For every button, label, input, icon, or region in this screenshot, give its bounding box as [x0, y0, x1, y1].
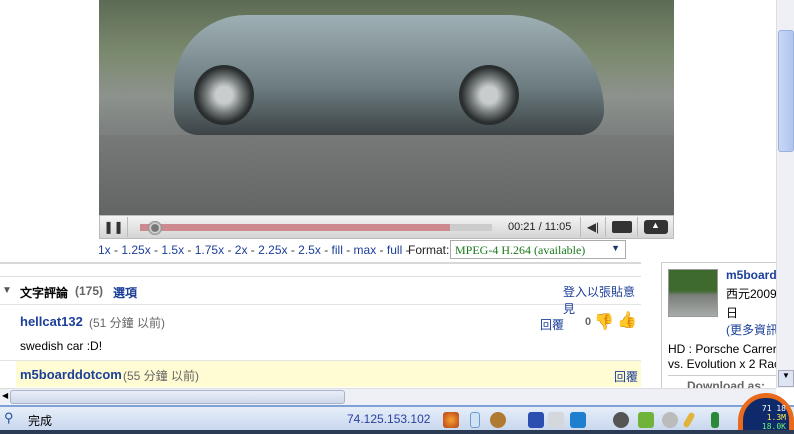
speed-link-1.5x[interactable]: 1.5x — [161, 243, 184, 257]
separator: - — [110, 243, 122, 257]
horizontal-scrollbar[interactable]: ◀ — [0, 388, 776, 405]
speed-link-1.25x[interactable]: 1.25x — [121, 243, 150, 257]
note-icon[interactable] — [638, 412, 654, 428]
comments-title: 文字評論 — [20, 286, 69, 300]
speed-link-fill[interactable]: fill — [332, 243, 343, 257]
addon-icon[interactable] — [711, 412, 719, 428]
page-icon[interactable] — [470, 412, 480, 428]
speed-link-1x[interactable]: 1x — [98, 243, 111, 257]
separator: - — [150, 243, 162, 257]
video-frame-wheel — [194, 65, 254, 125]
upload-date-cont: 日 — [726, 306, 739, 320]
separator: - — [247, 243, 259, 257]
format-select[interactable]: MPEG-4 H.264 (available) ▼ — [450, 240, 626, 259]
video-frame-road — [99, 135, 674, 215]
video-info-panel: m5boarddotcom 西元2009 日 (更多資訊 HD : Porsch… — [661, 262, 776, 392]
comment-item: m5boarddotcom (55 分鐘 以前) 回覆 — [16, 361, 641, 387]
vertical-scrollbar[interactable]: ▼ — [776, 0, 794, 388]
separator: - — [376, 243, 387, 257]
volume-button[interactable]: ◀| — [580, 217, 606, 237]
format-value: MPEG-4 H.264 (available) — [455, 243, 586, 257]
vertical-scroll-thumb[interactable] — [778, 30, 794, 152]
speed-link-1.75x[interactable]: 1.75x — [195, 243, 224, 257]
more-info-link[interactable]: (更多資訊 — [726, 321, 776, 338]
separator: - — [320, 243, 332, 257]
broom-icon[interactable] — [682, 411, 696, 429]
divider — [0, 262, 641, 264]
seek-bar[interactable] — [140, 224, 492, 231]
pause-button[interactable]: ❚❚ — [100, 217, 128, 237]
status-bar: ⚲ 完成 74.125.153.102 71 18 1.3M 18.0K — [0, 393, 794, 433]
separator: - — [342, 243, 354, 257]
search-icon: ⚲ — [4, 410, 14, 425]
speed-link-2.25x[interactable]: 2.25x — [258, 243, 287, 257]
status-text: 完成 — [28, 414, 53, 428]
server-ip: 74.125.153.102 — [347, 412, 431, 426]
speed-link-full[interactable]: full — [387, 243, 402, 257]
comment-time: (55 分鐘 以前) — [123, 369, 200, 383]
meter-top: 71 18 — [761, 404, 786, 413]
seek-handle[interactable] — [148, 221, 163, 235]
noscript-icon[interactable] — [528, 412, 544, 428]
extension-icon[interactable] — [570, 412, 586, 428]
speed-links: 1x - 1.25x - 1.5x - 1.75x - 2x - 2.25x -… — [98, 243, 410, 257]
separator: - — [224, 243, 235, 257]
meter-upload: 1.3M — [766, 413, 786, 422]
speed-link-2.5x[interactable]: 2.5x — [298, 243, 321, 257]
taskbar — [0, 430, 794, 434]
reply-link[interactable]: 回覆 — [614, 368, 638, 385]
comment-time: (51 分鐘 以前) — [89, 316, 166, 330]
comment-text: swedish car :D! — [20, 339, 103, 353]
speed-link-2x[interactable]: 2x — [235, 243, 248, 257]
channel-name[interactable]: m5boarddotcom — [726, 268, 776, 282]
collapse-triangle-icon[interactable]: ▼ — [2, 285, 12, 296]
seek-bar-buffered — [140, 224, 450, 231]
format-label: Format: — [408, 243, 450, 257]
separator: - — [184, 243, 195, 257]
reply-link[interactable]: 回覆 — [540, 316, 564, 333]
comment-user[interactable]: m5boarddotcom — [20, 367, 122, 382]
thumbs-down-icon[interactable]: 👎 — [594, 312, 614, 332]
mail-icon[interactable] — [548, 412, 564, 428]
fullscreen-button[interactable]: ▲ — [638, 217, 674, 237]
separator: - — [287, 243, 299, 257]
addon-icon[interactable] — [613, 412, 629, 428]
addon-icon[interactable] — [662, 412, 678, 428]
firefox-icon[interactable] — [443, 412, 459, 428]
channel-thumbnail[interactable] — [668, 269, 718, 317]
comment-user[interactable]: hellcat132 — [20, 314, 83, 329]
time-display: 00:21 / 11:05 — [508, 221, 572, 233]
chevron-down-icon: ▼ — [611, 243, 620, 253]
video-frame-wheel — [459, 65, 519, 125]
player-controls: ❚❚ 00:21 / 11:05 ◀| ▲ — [99, 215, 674, 239]
vote-count: 0 — [585, 316, 592, 328]
comments-count: (175) — [75, 284, 104, 298]
horizontal-scroll-thumb[interactable] — [10, 390, 345, 404]
speed-link-max[interactable]: max — [354, 243, 377, 257]
comments-section: ▼ 文字評論 (175) 選項 登入以張貼意見 hellcat132 (51 分… — [0, 276, 641, 387]
comments-options-link[interactable]: 選項 — [113, 284, 137, 301]
scroll-left-button[interactable]: ◀ — [2, 391, 8, 400]
video-description: HD : Porsche Carrera GT vs. Evolution x … — [668, 342, 776, 371]
widescreen-button[interactable] — [606, 217, 638, 237]
comment-item: hellcat132 (51 分鐘 以前) swedish car :D! 回覆… — [0, 305, 641, 361]
upload-date: 西元2009 — [726, 287, 776, 301]
thumbs-up-icon[interactable]: 👍 — [617, 310, 637, 330]
scroll-down-button[interactable]: ▼ — [778, 370, 794, 387]
greasemonkey-icon[interactable] — [490, 412, 506, 428]
divider — [668, 375, 776, 376]
video-player[interactable] — [99, 0, 674, 215]
